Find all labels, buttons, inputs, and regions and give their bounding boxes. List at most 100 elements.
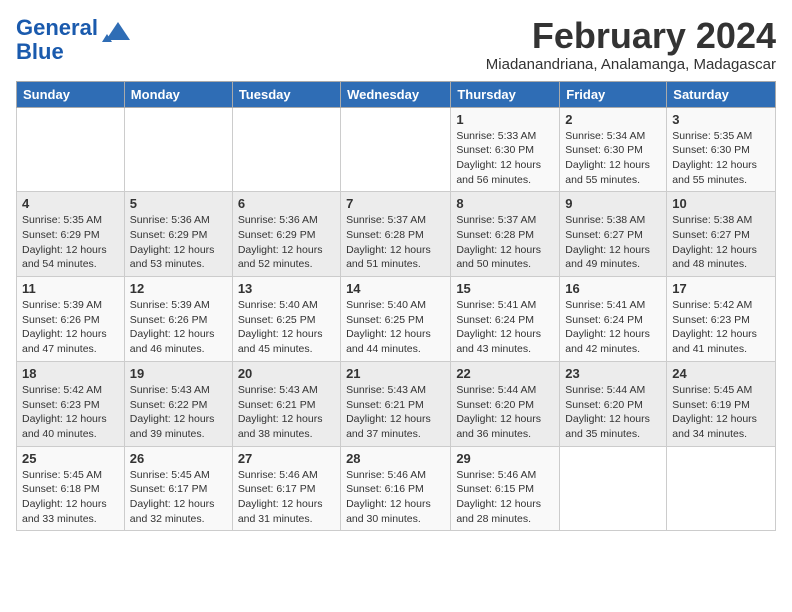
calendar-cell	[124, 107, 232, 192]
day-info: Sunrise: 5:40 AMSunset: 6:25 PMDaylight:…	[346, 298, 445, 357]
weekday-thursday: Thursday	[451, 81, 560, 107]
day-number: 13	[238, 281, 335, 296]
calendar-cell: 23 Sunrise: 5:44 AMSunset: 6:20 PMDayligh…	[560, 361, 667, 446]
day-info: Sunrise: 5:39 AMSunset: 6:26 PMDaylight:…	[130, 298, 227, 357]
calendar-cell: 12Sunrise: 5:39 AMSunset: 6:26 PMDayligh…	[124, 277, 232, 362]
day-number: 3	[672, 112, 770, 127]
calendar-cell: 14Sunrise: 5:40 AMSunset: 6:25 PMDayligh…	[341, 277, 451, 362]
weekday-wednesday: Wednesday	[341, 81, 451, 107]
day-number: 23	[565, 366, 661, 381]
day-number: 8	[456, 196, 554, 211]
calendar-cell	[560, 446, 667, 531]
calendar-cell: 20 Sunrise: 5:43 AMSunset: 6:21 PMDayligh…	[232, 361, 340, 446]
calendar-cell: 2Sunrise: 5:34 AMSunset: 6:30 PMDaylight…	[560, 107, 667, 192]
weekday-header-row: SundayMondayTuesdayWednesdayThursdayFrid…	[17, 81, 776, 107]
day-number: 25	[22, 451, 119, 466]
calendar-cell: 4 Sunrise: 5:35 AMSunset: 6:29 PMDaylight…	[17, 192, 125, 277]
day-number: 15	[456, 281, 554, 296]
calendar-cell: 8 Sunrise: 5:37 AMSunset: 6:28 PMDaylight…	[451, 192, 560, 277]
calendar-cell: 7 Sunrise: 5:37 AMSunset: 6:28 PMDaylight…	[341, 192, 451, 277]
day-info: Sunrise: 5:33 AMSunset: 6:30 PMDaylight:…	[456, 129, 554, 188]
calendar-cell: 5 Sunrise: 5:36 AMSunset: 6:29 PMDaylight…	[124, 192, 232, 277]
day-info: Sunrise: 5:35 AMSunset: 6:29 PMDaylight:…	[22, 213, 119, 272]
day-info: Sunrise: 5:41 AMSunset: 6:24 PMDaylight:…	[565, 298, 661, 357]
logo-general: General	[16, 15, 98, 40]
calendar-table: SundayMondayTuesdayWednesdayThursdayFrid…	[16, 81, 776, 532]
calendar-subtitle: Miadanandriana, Analamanga, Madagascar	[486, 56, 776, 73]
day-info: Sunrise: 5:40 AMSunset: 6:25 PMDaylight:…	[238, 298, 335, 357]
calendar-cell: 13 Sunrise: 5:40 AMSunset: 6:25 PMDayligh…	[232, 277, 340, 362]
day-number: 21	[346, 366, 445, 381]
calendar-cell: 15 Sunrise: 5:41 AMSunset: 6:24 PMDayligh…	[451, 277, 560, 362]
day-info: Sunrise: 5:46 AMSunset: 6:16 PMDaylight:…	[346, 468, 445, 527]
day-info: Sunrise: 5:35 AMSunset: 6:30 PMDaylight:…	[672, 129, 770, 188]
week-row-0: 1Sunrise: 5:33 AMSunset: 6:30 PMDaylight…	[17, 107, 776, 192]
day-info: Sunrise: 5:36 AMSunset: 6:29 PMDaylight:…	[130, 213, 227, 272]
day-info: Sunrise: 5:37 AMSunset: 6:28 PMDaylight:…	[456, 213, 554, 272]
logo-icon	[102, 20, 134, 42]
calendar-cell: 19Sunrise: 5:43 AMSunset: 6:22 PMDayligh…	[124, 361, 232, 446]
day-number: 29	[456, 451, 554, 466]
day-info: Sunrise: 5:34 AMSunset: 6:30 PMDaylight:…	[565, 129, 661, 188]
calendar-body: 1Sunrise: 5:33 AMSunset: 6:30 PMDaylight…	[17, 107, 776, 531]
calendar-cell: 26 Sunrise: 5:45 AMSunset: 6:17 PMDayligh…	[124, 446, 232, 531]
day-info: Sunrise: 5:45 AMSunset: 6:18 PMDaylight:…	[22, 468, 119, 527]
calendar-cell: 25 Sunrise: 5:45 AMSunset: 6:18 PMDayligh…	[17, 446, 125, 531]
day-number: 20	[238, 366, 335, 381]
day-number: 18	[22, 366, 119, 381]
calendar-cell: 16 Sunrise: 5:41 AMSunset: 6:24 PMDayligh…	[560, 277, 667, 362]
calendar-cell	[667, 446, 776, 531]
calendar-cell: 1Sunrise: 5:33 AMSunset: 6:30 PMDaylight…	[451, 107, 560, 192]
logo-text: General Blue	[16, 16, 98, 64]
day-number: 16	[565, 281, 661, 296]
day-info: Sunrise: 5:41 AMSunset: 6:24 PMDaylight:…	[456, 298, 554, 357]
day-info: Sunrise: 5:42 AMSunset: 6:23 PMDaylight:…	[672, 298, 770, 357]
calendar-cell: 11Sunrise: 5:39 AMSunset: 6:26 PMDayligh…	[17, 277, 125, 362]
calendar-cell: 24 Sunrise: 5:45 AMSunset: 6:19 PMDayligh…	[667, 361, 776, 446]
calendar-cell	[17, 107, 125, 192]
day-info: Sunrise: 5:42 AMSunset: 6:23 PMDaylight:…	[22, 383, 119, 442]
day-number: 24	[672, 366, 770, 381]
title-section: February 2024 Miadanandriana, Analamanga…	[486, 16, 776, 73]
day-number: 26	[130, 451, 227, 466]
day-number: 27	[238, 451, 335, 466]
calendar-cell: 18 Sunrise: 5:42 AMSunset: 6:23 PMDayligh…	[17, 361, 125, 446]
day-info: Sunrise: 5:44 AMSunset: 6:20 PMDaylight:…	[565, 383, 661, 442]
logo-blue: Blue	[16, 39, 64, 64]
day-number: 7	[346, 196, 445, 211]
day-number: 10	[672, 196, 770, 211]
day-number: 17	[672, 281, 770, 296]
day-info: Sunrise: 5:43 AMSunset: 6:22 PMDaylight:…	[130, 383, 227, 442]
calendar-cell: 3 Sunrise: 5:35 AMSunset: 6:30 PMDaylight…	[667, 107, 776, 192]
page-header: General Blue February 2024 Miadanandrian…	[16, 16, 776, 73]
calendar-cell: 22Sunrise: 5:44 AMSunset: 6:20 PMDayligh…	[451, 361, 560, 446]
weekday-sunday: Sunday	[17, 81, 125, 107]
day-number: 11	[22, 281, 119, 296]
calendar-cell: 21 Sunrise: 5:43 AMSunset: 6:21 PMDayligh…	[341, 361, 451, 446]
weekday-tuesday: Tuesday	[232, 81, 340, 107]
calendar-cell: 29 Sunrise: 5:46 AMSunset: 6:15 PMDayligh…	[451, 446, 560, 531]
week-row-2: 11 Sunrise: 5:39 AMSunset: 6:26 PMDayligh…	[17, 277, 776, 362]
calendar-cell: 27Sunrise: 5:46 AMSunset: 6:17 PMDayligh…	[232, 446, 340, 531]
calendar-cell: 17 Sunrise: 5:42 AMSunset: 6:23 PMDayligh…	[667, 277, 776, 362]
day-info: Sunrise: 5:36 AMSunset: 6:29 PMDaylight:…	[238, 213, 335, 272]
day-info: Sunrise: 5:37 AMSunset: 6:28 PMDaylight:…	[346, 213, 445, 272]
day-number: 28	[346, 451, 445, 466]
day-number: 4	[22, 196, 119, 211]
day-info: Sunrise: 5:45 AMSunset: 6:17 PMDaylight:…	[130, 468, 227, 527]
day-info: Sunrise: 5:43 AMSunset: 6:21 PMDaylight:…	[346, 383, 445, 442]
day-info: Sunrise: 5:38 AMSunset: 6:27 PMDaylight:…	[565, 213, 661, 272]
week-row-3: 18 Sunrise: 5:42 AMSunset: 6:23 PMDayligh…	[17, 361, 776, 446]
weekday-saturday: Saturday	[667, 81, 776, 107]
day-info: Sunrise: 5:44 AMSunset: 6:20 PMDaylight:…	[456, 383, 554, 442]
calendar-title: February 2024	[486, 16, 776, 56]
calendar-cell: 10Sunrise: 5:38 AMSunset: 6:27 PMDayligh…	[667, 192, 776, 277]
day-info: Sunrise: 5:45 AMSunset: 6:19 PMDaylight:…	[672, 383, 770, 442]
day-number: 5	[130, 196, 227, 211]
weekday-friday: Friday	[560, 81, 667, 107]
week-row-4: 25 Sunrise: 5:45 AMSunset: 6:18 PMDayligh…	[17, 446, 776, 531]
day-info: Sunrise: 5:46 AMSunset: 6:15 PMDaylight:…	[456, 468, 554, 527]
day-info: Sunrise: 5:43 AMSunset: 6:21 PMDaylight:…	[238, 383, 335, 442]
day-number: 6	[238, 196, 335, 211]
calendar-cell: 9Sunrise: 5:38 AMSunset: 6:27 PMDaylight…	[560, 192, 667, 277]
